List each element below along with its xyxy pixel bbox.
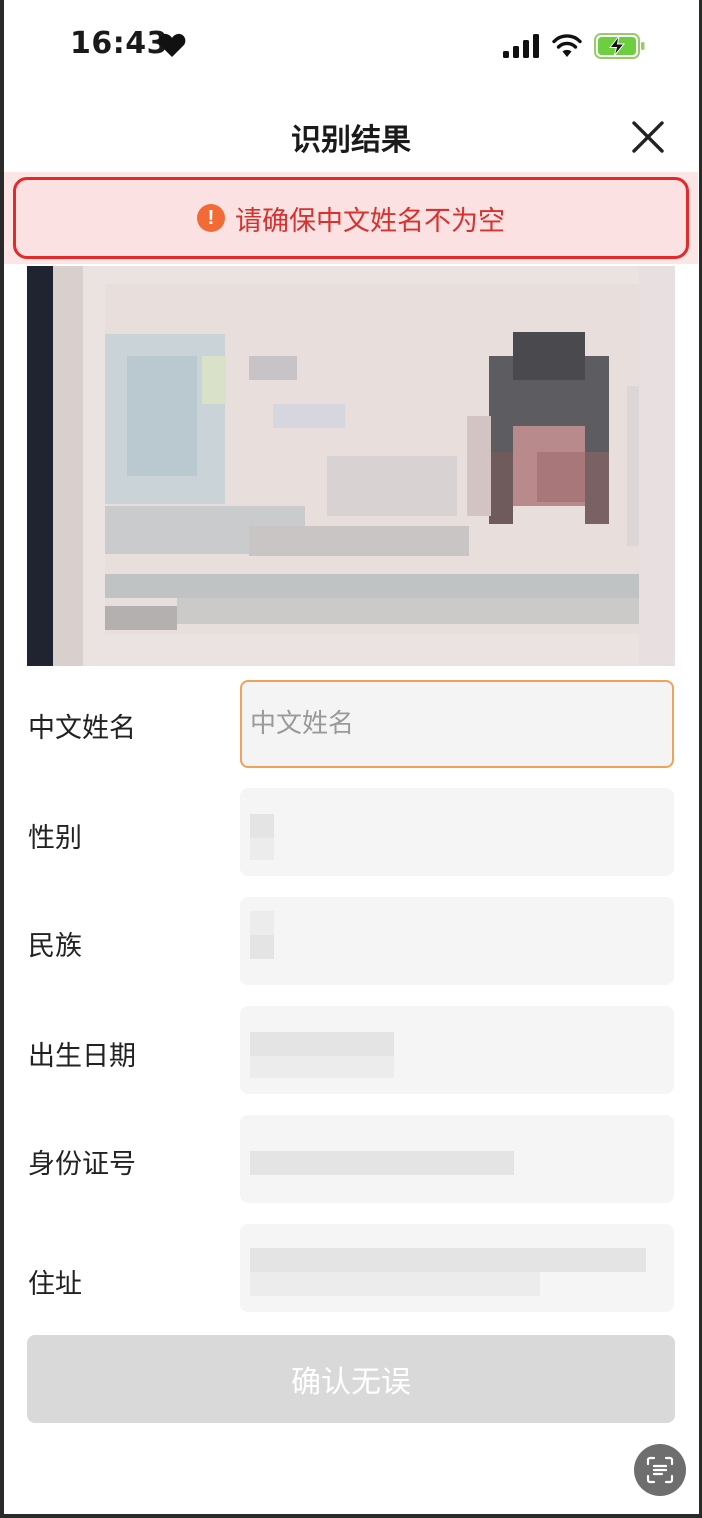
error-message: 请确保中文姓名不为空 [235,205,505,237]
label-id-number: 身份证号 [28,1149,136,1180]
address-field[interactable] [240,1224,674,1312]
redacted-value [250,1151,514,1175]
redacted-value [250,1248,646,1272]
label-birth-date: 出生日期 [28,1041,136,1072]
error-alert: ! 请确保中文姓名不为空 [13,177,689,259]
heart-icon [158,33,186,57]
birth-date-field[interactable] [240,1006,674,1094]
confirm-button[interactable]: 确认无误 [27,1335,675,1423]
redacted-value [250,814,274,838]
close-icon[interactable] [628,117,668,157]
warning-icon: ! [197,204,225,232]
ethnicity-field[interactable] [240,897,674,985]
scan-text-button[interactable] [634,1444,686,1496]
id-card-photo [27,266,675,666]
chinese-name-field[interactable] [240,680,674,768]
page-title: 识别结果 [291,123,411,158]
chinese-name-input[interactable] [242,682,672,766]
redacted-value [250,1032,394,1056]
label-ethnicity: 民族 [28,931,82,962]
id-number-field[interactable] [240,1115,674,1203]
battery-charging-icon [594,33,645,59]
scan-text-icon [646,1456,674,1484]
label-chinese-name: 中文姓名 [28,713,136,744]
label-address: 住址 [28,1269,82,1300]
redacted-value [250,1056,394,1078]
label-gender: 性别 [28,823,82,854]
wifi-icon [552,34,582,57]
status-time: 16:43 [70,26,168,61]
gender-field[interactable] [240,788,674,876]
redacted-value [250,911,274,935]
signal-icon [503,34,539,58]
redacted-value [250,838,274,860]
status-bar: 16:43 [0,0,702,92]
redacted-value [250,935,274,959]
redacted-value [250,1272,540,1296]
device-frame-bottom [0,1514,702,1518]
